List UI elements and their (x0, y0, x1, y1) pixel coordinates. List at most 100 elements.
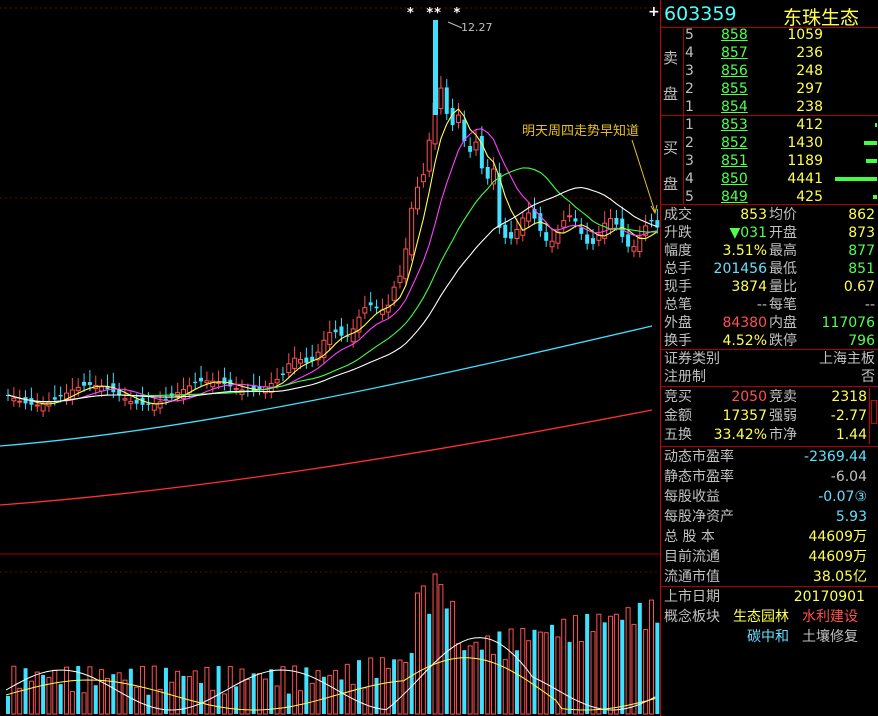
volume-bar (432, 573, 438, 715)
concept-label: 概念板块 (664, 609, 720, 625)
quote-value: 3874 (731, 279, 767, 295)
quote-value: ▼031 (729, 225, 768, 241)
fundamental-label: 动态市盈率 (664, 449, 734, 465)
volume-bar (69, 691, 75, 715)
fundamental-value: 5.93 (835, 509, 867, 525)
candle-body (151, 403, 157, 411)
concept-tag-eco-garden[interactable]: 生态园林 (733, 608, 789, 626)
volume-bar (473, 641, 479, 715)
divider (661, 204, 878, 205)
volume-bar (631, 623, 637, 715)
candle-body (333, 329, 338, 333)
volume-bar (649, 599, 654, 715)
level-volume: 1189 (787, 153, 823, 169)
candle-body (69, 389, 75, 400)
volume-bar (309, 682, 315, 715)
concept-row: 概念板块 生态园林 水利建设 (661, 608, 878, 626)
quote-value: 3.51% (722, 243, 767, 259)
volume-bar (157, 689, 163, 715)
volume-bar (52, 669, 58, 715)
volume-bar (315, 670, 321, 715)
volume-bar (397, 659, 403, 715)
candle-body (473, 141, 479, 151)
quote-label: 跌停 (769, 333, 797, 349)
candle-body (444, 87, 449, 114)
divider (661, 115, 878, 116)
registration-label: 注册制 (664, 369, 706, 385)
sell-level-5-row[interactable]: 5 858 1059 (661, 26, 878, 44)
candle-body (614, 217, 619, 225)
candle-body (163, 398, 168, 400)
stars-marker: * ** * (407, 6, 461, 21)
sell-level-1-row[interactable]: 1 854 238 (661, 98, 878, 116)
volume-bar (590, 631, 596, 715)
quote-value: 851 (848, 261, 875, 277)
level-volume: 4441 (787, 171, 823, 187)
volume-bar (23, 668, 28, 714)
volume-bar (613, 613, 619, 715)
sell-level-3-row[interactable]: 3 856 248 (661, 62, 878, 80)
candle-body (87, 382, 92, 386)
fundamental-label: 目前流通 (664, 549, 720, 565)
ma-line-5 (7, 108, 658, 405)
buy-level-4-row[interactable]: 4 850 4441 (661, 170, 878, 188)
quote-label: 最高 (769, 243, 797, 259)
volume-bar (262, 678, 268, 715)
registration-value: 否 (861, 369, 875, 385)
divider (661, 386, 878, 387)
volume-bar (128, 668, 133, 714)
forecast-annotation[interactable]: 明天周四走势早知道 (522, 120, 639, 139)
buy-level-3-row[interactable]: 3 851 1189 (661, 152, 878, 170)
fundamental-row: 动态市盈率 -2369.44 (661, 448, 878, 466)
sell-level-4-row[interactable]: 4 857 236 (661, 44, 878, 62)
candle-body (608, 218, 614, 230)
candle-body (128, 401, 134, 405)
stock-code: 603359 (664, 3, 737, 25)
candle-body (403, 248, 409, 280)
volume-bar (455, 643, 461, 715)
scroll-indicator[interactable] (869, 388, 877, 444)
volume-bar (543, 632, 549, 715)
volume-bar (438, 584, 444, 715)
volume-bar (192, 670, 198, 715)
candle-body (233, 387, 239, 390)
buy-level-1-row[interactable]: 1 853 412 (661, 116, 878, 134)
candle-body (222, 377, 227, 385)
concept-tag-soil-remediation[interactable]: 土壤修复 (802, 628, 858, 646)
buy-level-2-row[interactable]: 2 852 1430 (661, 134, 878, 152)
volume-bar (835, 177, 877, 181)
candle-body (17, 400, 23, 403)
kline-chart[interactable] (0, 0, 660, 716)
kline-chart-area[interactable]: 12.27 * ** * 明天周四走势早知道 (0, 0, 660, 716)
fundamental-row: 每股净资产 5.93 (661, 508, 878, 526)
volume-bar (140, 665, 146, 715)
quote-label: 总手 (664, 261, 692, 277)
volume-bar (450, 600, 456, 715)
candle-body (579, 227, 584, 234)
level-volume: 1059 (787, 27, 823, 43)
level-price: 854 (721, 99, 748, 115)
level-volume: 236 (796, 45, 823, 61)
scroll-thumb[interactable] (871, 400, 877, 424)
volume-bar (11, 665, 17, 715)
quote-value: -- (864, 297, 875, 313)
auction-label: 竞买 (664, 389, 692, 405)
candle-body (257, 386, 262, 390)
fundamental-label: 总 股 本 (664, 529, 715, 545)
concept-tag-carbon-neutral[interactable]: 碳中和 (747, 628, 789, 646)
star-3: * (453, 6, 462, 21)
fundamental-value: -0.07③ (818, 489, 867, 505)
volume-bar (485, 635, 491, 715)
concept-tag-water-conservancy[interactable]: 水利建设 (802, 608, 858, 626)
quote-label: 总笔 (664, 297, 692, 313)
sell-level-2-row[interactable]: 2 855 297 (661, 80, 878, 98)
volume-bar (875, 123, 877, 127)
fundamental-value: 44609万 (808, 529, 867, 545)
level-price: 857 (721, 45, 748, 61)
volume-bar (420, 585, 426, 715)
volume-bar (298, 690, 303, 715)
candle-body (455, 114, 461, 123)
quote-value: 4.52% (722, 333, 767, 349)
quote-label: 最低 (769, 261, 797, 277)
plus-icon[interactable]: + (648, 4, 660, 20)
